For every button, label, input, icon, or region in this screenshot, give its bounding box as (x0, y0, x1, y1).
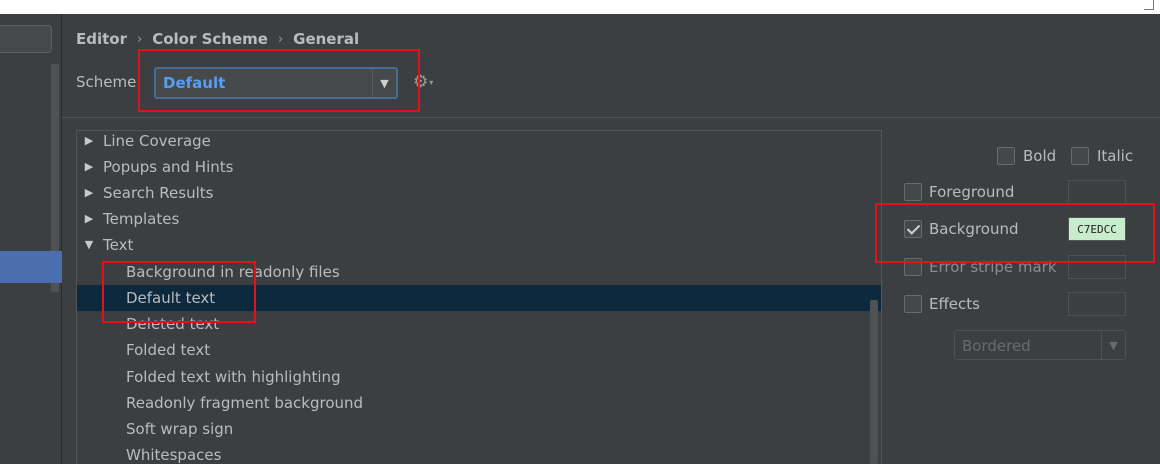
background-label: Background (929, 220, 1019, 238)
error-stripe-label: Error stripe mark (929, 258, 1057, 276)
tree-leaf-folded-text-with-highlighting[interactable]: Folded text with highlighting (77, 364, 881, 390)
scheme-dropdown[interactable]: Default ▼ (154, 67, 398, 99)
settings-search-input[interactable] (0, 25, 52, 53)
effect-type-dropdown[interactable]: Bordered ▼ (954, 330, 1126, 360)
tree-node-label: Background in readonly files (126, 263, 340, 281)
dropdown-icon: ▾ (429, 78, 434, 87)
scheme-dropdown-value: Default (163, 74, 226, 92)
tree-leaf-readonly-fragment-background[interactable]: Readonly fragment background (77, 390, 881, 416)
chevron-down-icon[interactable]: ▼ (372, 69, 396, 97)
tree-node-label: Line Coverage (103, 132, 211, 150)
tree-node-popups-and-hints[interactable]: ▶ Popups and Hints (77, 154, 881, 180)
window-corner (1144, 0, 1154, 10)
foreground-checkbox[interactable] (904, 183, 922, 201)
tree-node-search-results[interactable]: ▶ Search Results (77, 180, 881, 206)
breadcrumb-separator: › (277, 31, 284, 47)
gear-glyph: ⚙ (413, 72, 429, 92)
tree-node-text[interactable]: ▼ Text (77, 232, 881, 258)
breadcrumb-separator: › (137, 31, 143, 47)
chevron-down-icon: ▼ (380, 76, 389, 90)
expand-arrow-icon[interactable]: ▶ (82, 180, 96, 206)
tree-node-label: Soft wrap sign (126, 420, 234, 438)
foreground-color-swatch[interactable] (1068, 180, 1126, 204)
top-strip (0, 0, 1160, 14)
breadcrumb-item-editor[interactable]: Editor (76, 30, 127, 48)
effects-color-swatch[interactable] (1068, 292, 1126, 316)
tree-node-templates[interactable]: ▶ Templates (77, 206, 881, 232)
italic-checkbox[interactable] (1071, 147, 1089, 165)
tree-node-label: Text (103, 236, 134, 254)
settings-sidebar (0, 14, 62, 464)
tree-leaf-background-in-readonly-files[interactable]: Background in readonly files (77, 259, 881, 285)
tree-node-line-coverage[interactable]: ▶ Line Coverage (77, 131, 881, 154)
collapse-arrow-icon[interactable]: ▼ (82, 232, 96, 258)
foreground-label: Foreground (929, 183, 1015, 201)
tree-leaf-whitespaces[interactable]: Whitespaces (77, 442, 881, 464)
tree-leaf-folded-text[interactable]: Folded text (77, 337, 881, 363)
tree-scrollbar[interactable] (870, 300, 878, 464)
tree-node-label: Popups and Hints (103, 158, 234, 176)
italic-label: Italic (1097, 147, 1134, 165)
expand-arrow-icon[interactable]: ▶ (82, 154, 96, 180)
tree-node-label: Readonly fragment background (126, 394, 364, 412)
tree-node-label: Deleted text (126, 315, 220, 333)
breadcrumb-item-color-scheme[interactable]: Color Scheme (152, 30, 268, 48)
error-stripe-checkbox[interactable] (904, 258, 922, 276)
effects-checkbox[interactable] (904, 295, 922, 313)
effect-type-value: Bordered (962, 337, 1031, 355)
tree-node-label: Templates (103, 210, 180, 228)
tree-node-label: Folded text with highlighting (126, 368, 341, 386)
bold-label: Bold (1023, 147, 1057, 165)
breadcrumb: Editor › Color Scheme › General (76, 29, 359, 49)
gear-icon[interactable]: ⚙▾ (413, 72, 434, 92)
chevron-down-icon: ▼ (1109, 338, 1118, 352)
expand-arrow-icon[interactable]: ▶ (82, 131, 96, 154)
tree-node-label: Search Results (103, 184, 214, 202)
sidebar-item-selected[interactable] (0, 251, 62, 283)
effects-label: Effects (929, 295, 980, 313)
error-stripe-color-swatch[interactable] (1068, 255, 1126, 279)
bold-checkbox[interactable] (997, 147, 1015, 165)
tree-node-label: Whitespaces (126, 446, 222, 464)
background-checkbox[interactable] (904, 220, 922, 238)
background-color-swatch[interactable]: C7EDCC (1068, 217, 1126, 241)
tree-leaf-default-text[interactable]: Default text (77, 285, 881, 311)
attributes-panel: Bold Italic Foreground Background C7EDCC… (883, 118, 1160, 464)
chevron-down-icon[interactable]: ▼ (1101, 331, 1125, 359)
tree-node-label: Default text (126, 289, 216, 307)
tree-leaf-soft-wrap-sign[interactable]: Soft wrap sign (77, 416, 881, 442)
tree-leaf-deleted-text[interactable]: Deleted text (77, 311, 881, 337)
tree-node-label: Folded text (126, 341, 211, 359)
scheme-label: Scheme: (76, 73, 142, 91)
breadcrumb-item-general: General (293, 30, 360, 48)
expand-arrow-icon[interactable]: ▶ (82, 206, 96, 232)
color-scheme-tree[interactable]: ▶ Line Coverage ▶ Popups and Hints ▶ Sea… (76, 130, 882, 464)
